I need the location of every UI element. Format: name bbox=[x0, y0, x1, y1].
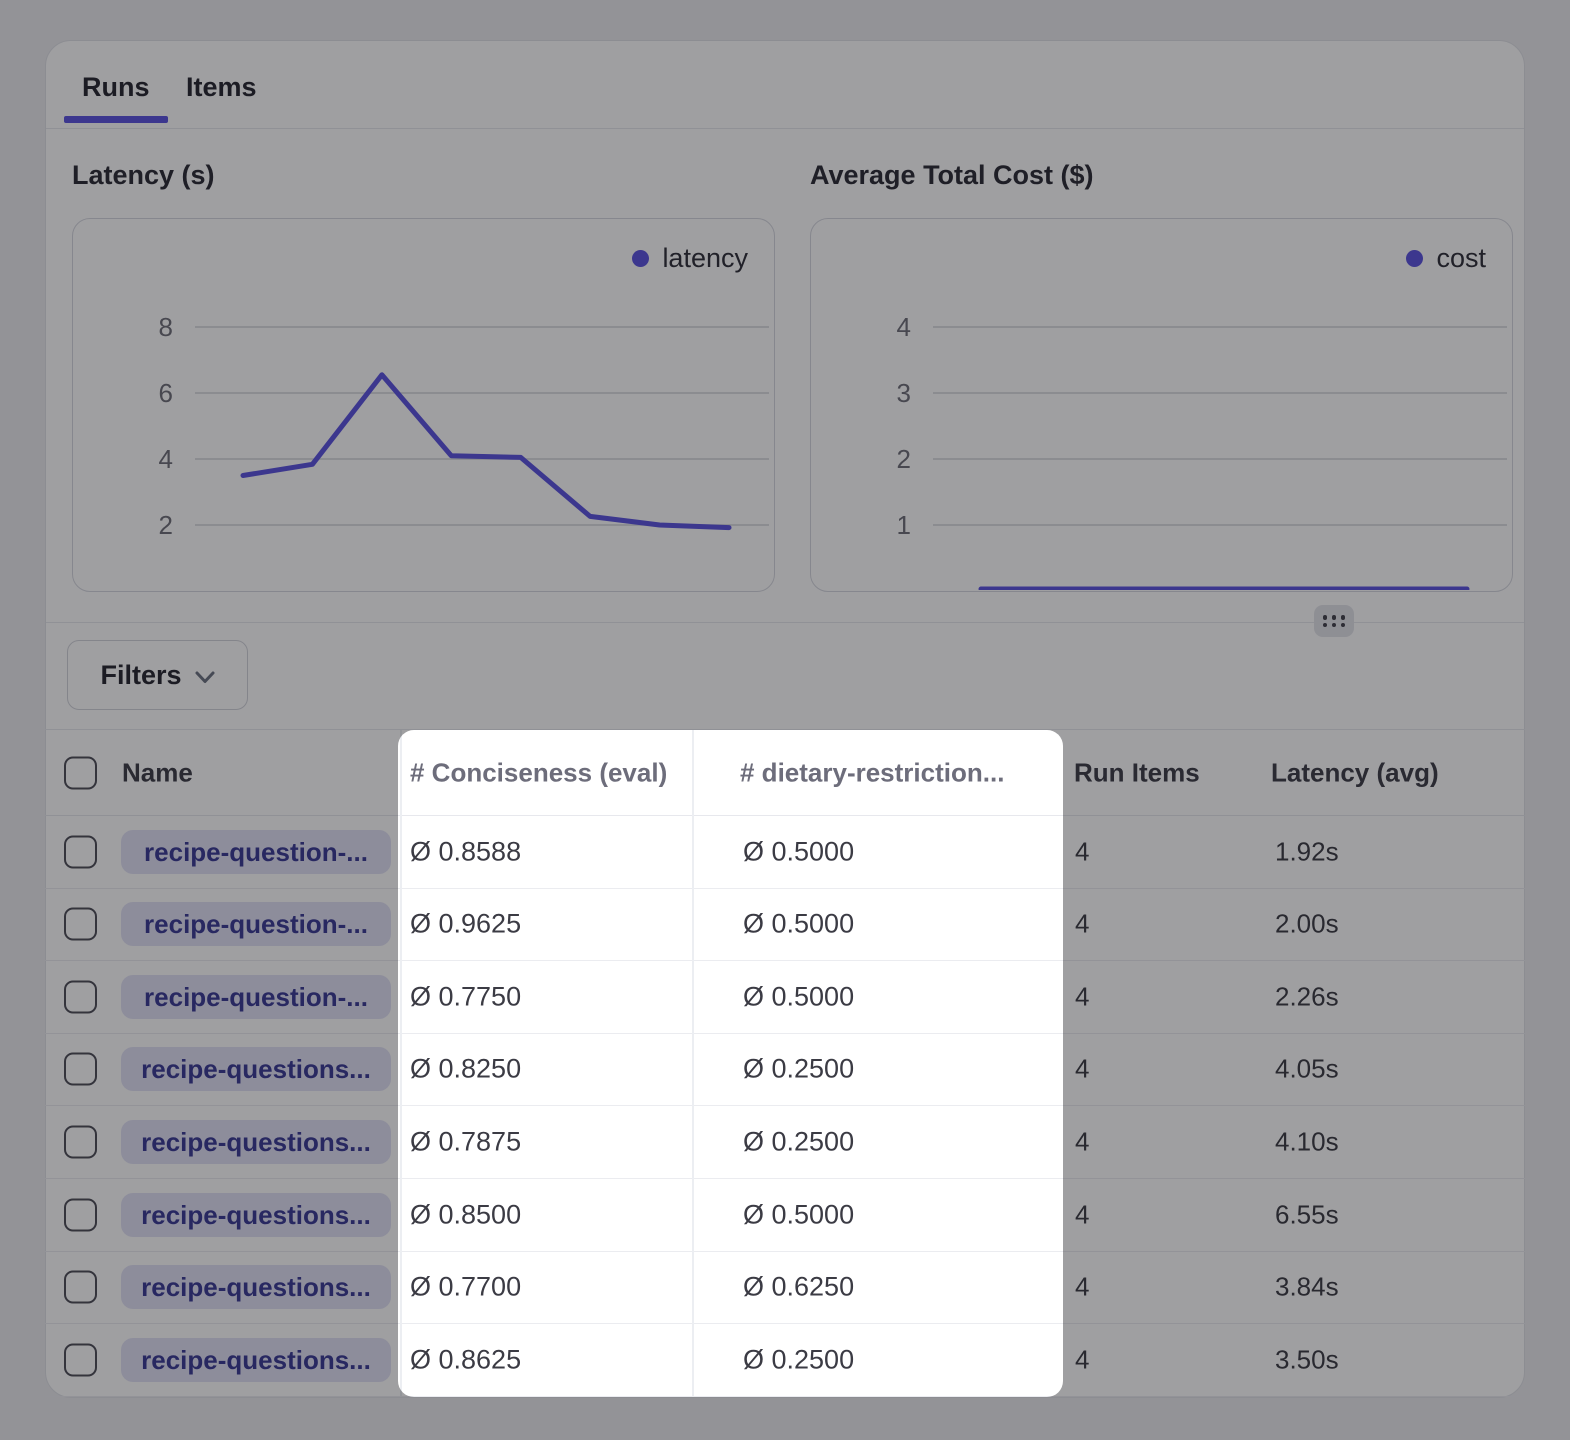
run-name-badge[interactable]: recipe-questions... bbox=[121, 1120, 391, 1164]
legend-label: latency bbox=[662, 243, 748, 274]
latency-chart: 8 6 4 2 latency bbox=[72, 218, 775, 592]
latency-avg-cell: 3.50s bbox=[1275, 1345, 1339, 1376]
run-items-cell: 4 bbox=[1075, 1272, 1089, 1303]
drag-handle[interactable] bbox=[1314, 605, 1354, 637]
latency-avg-cell: 4.10s bbox=[1275, 1127, 1339, 1158]
column-separator bbox=[400, 730, 402, 1396]
row-checkbox[interactable] bbox=[64, 836, 97, 869]
row-checkbox[interactable] bbox=[64, 908, 97, 941]
latency-avg-cell: 3.84s bbox=[1275, 1272, 1339, 1303]
grip-dots-icon bbox=[1323, 615, 1346, 627]
svg-text:2: 2 bbox=[897, 444, 911, 474]
row-checkbox[interactable] bbox=[64, 1126, 97, 1159]
run-items-cell: 4 bbox=[1075, 1054, 1089, 1085]
conciseness-score-cell: Ø 0.7700 bbox=[410, 1272, 521, 1303]
svg-text:6: 6 bbox=[159, 378, 173, 408]
table-row[interactable]: recipe-questions... Ø 0.8625 Ø 0.2500 4 … bbox=[45, 1324, 1525, 1397]
latency-chart-title: Latency (s) bbox=[72, 160, 215, 191]
run-name-badge[interactable]: recipe-questions... bbox=[121, 1047, 391, 1091]
legend-dot-icon bbox=[1406, 250, 1423, 267]
conciseness-score-cell: Ø 0.8588 bbox=[410, 837, 521, 868]
row-checkbox[interactable] bbox=[64, 1199, 97, 1232]
run-items-cell: 4 bbox=[1075, 1200, 1089, 1231]
column-separator bbox=[692, 730, 694, 1396]
latency-avg-cell: 2.26s bbox=[1275, 982, 1339, 1013]
svg-text:8: 8 bbox=[159, 312, 173, 342]
column-header-run-items[interactable]: Run Items bbox=[1074, 757, 1200, 788]
table-row[interactable]: recipe-question-... Ø 0.8588 Ø 0.5000 4 … bbox=[45, 816, 1525, 889]
table-row[interactable]: recipe-questions... Ø 0.7875 Ø 0.2500 4 … bbox=[45, 1106, 1525, 1179]
table-row[interactable]: recipe-questions... Ø 0.7700 Ø 0.6250 4 … bbox=[45, 1251, 1525, 1324]
svg-text:2: 2 bbox=[159, 510, 173, 540]
latency-legend: latency bbox=[632, 243, 748, 274]
run-items-cell: 4 bbox=[1075, 837, 1089, 868]
latency-avg-cell: 1.92s bbox=[1275, 837, 1339, 868]
tab-items[interactable]: Items bbox=[186, 72, 257, 103]
legend-dot-icon bbox=[632, 250, 649, 267]
active-tab-underline bbox=[64, 116, 168, 123]
run-name-badge[interactable]: recipe-questions... bbox=[121, 1265, 391, 1309]
latency-avg-cell: 4.05s bbox=[1275, 1054, 1339, 1085]
dietary-restriction-score-cell: Ø 0.2500 bbox=[743, 1054, 854, 1085]
dietary-restriction-score-cell: Ø 0.2500 bbox=[743, 1345, 854, 1376]
conciseness-score-cell: Ø 0.8250 bbox=[410, 1054, 521, 1085]
conciseness-score-cell: Ø 0.8625 bbox=[410, 1345, 521, 1376]
run-items-cell: 4 bbox=[1075, 1127, 1089, 1158]
tabs-divider bbox=[46, 128, 1524, 129]
column-header-conciseness[interactable]: # Conciseness (eval) bbox=[410, 757, 667, 788]
row-checkbox[interactable] bbox=[64, 1053, 97, 1086]
conciseness-score-cell: Ø 0.7875 bbox=[410, 1127, 521, 1158]
dietary-restriction-score-cell: Ø 0.5000 bbox=[743, 909, 854, 940]
conciseness-score-cell: Ø 0.7750 bbox=[410, 982, 521, 1013]
conciseness-score-cell: Ø 0.9625 bbox=[410, 909, 521, 940]
run-name-badge[interactable]: recipe-questions... bbox=[121, 1338, 391, 1382]
svg-text:4: 4 bbox=[159, 444, 173, 474]
run-items-cell: 4 bbox=[1075, 909, 1089, 940]
table-row[interactable]: recipe-questions... Ø 0.8250 Ø 0.2500 4 … bbox=[45, 1033, 1525, 1106]
section-divider bbox=[46, 622, 1524, 623]
cost-chart: 4 3 2 1 cost bbox=[810, 218, 1513, 592]
table-row[interactable]: recipe-question-... Ø 0.9625 Ø 0.5000 4 … bbox=[45, 888, 1525, 961]
latency-avg-cell: 2.00s bbox=[1275, 909, 1339, 940]
runs-dashboard: Runs Items Latency (s) Average Total Cos… bbox=[0, 0, 1570, 1440]
table-row[interactable]: recipe-questions... Ø 0.8500 Ø 0.5000 4 … bbox=[45, 1179, 1525, 1252]
cost-chart-title: Average Total Cost ($) bbox=[810, 160, 1094, 191]
run-name-badge[interactable]: recipe-question-... bbox=[121, 975, 391, 1019]
row-checkbox[interactable] bbox=[64, 981, 97, 1014]
dietary-restriction-score-cell: Ø 0.6250 bbox=[743, 1272, 854, 1303]
column-header-latency-avg[interactable]: Latency (avg) bbox=[1271, 757, 1439, 788]
run-name-badge[interactable]: recipe-questions... bbox=[121, 1193, 391, 1237]
column-header-dietary-restriction[interactable]: # dietary-restriction... bbox=[740, 757, 1004, 788]
conciseness-score-cell: Ø 0.8500 bbox=[410, 1200, 521, 1231]
dietary-restriction-score-cell: Ø 0.5000 bbox=[743, 982, 854, 1013]
column-header-name[interactable]: Name bbox=[122, 757, 193, 788]
run-name-badge[interactable]: recipe-question-... bbox=[121, 830, 391, 874]
filters-button[interactable]: Filters bbox=[67, 640, 248, 710]
run-items-cell: 4 bbox=[1075, 982, 1089, 1013]
latency-avg-cell: 6.55s bbox=[1275, 1200, 1339, 1231]
legend-label: cost bbox=[1436, 243, 1486, 274]
select-all-checkbox[interactable] bbox=[64, 756, 97, 789]
row-checkbox[interactable] bbox=[64, 1271, 97, 1304]
cost-legend: cost bbox=[1406, 243, 1486, 274]
table-row[interactable]: recipe-question-... Ø 0.7750 Ø 0.5000 4 … bbox=[45, 961, 1525, 1034]
chevron-down-icon bbox=[195, 671, 215, 684]
dietary-restriction-score-cell: Ø 0.5000 bbox=[743, 1200, 854, 1231]
filters-button-label: Filters bbox=[100, 660, 181, 691]
dietary-restriction-score-cell: Ø 0.2500 bbox=[743, 1127, 854, 1158]
table-header-row: Name # Conciseness (eval) # dietary-rest… bbox=[45, 729, 1525, 816]
run-items-cell: 4 bbox=[1075, 1345, 1089, 1376]
latency-line-chart: 8 6 4 2 bbox=[73, 219, 773, 590]
row-checkbox[interactable] bbox=[64, 1344, 97, 1377]
tab-runs[interactable]: Runs bbox=[82, 72, 150, 103]
dietary-restriction-score-cell: Ø 0.5000 bbox=[743, 837, 854, 868]
run-name-badge[interactable]: recipe-question-... bbox=[121, 902, 391, 946]
svg-text:3: 3 bbox=[897, 378, 911, 408]
svg-text:4: 4 bbox=[897, 312, 911, 342]
cost-line-chart: 4 3 2 1 bbox=[811, 219, 1511, 590]
svg-text:1: 1 bbox=[897, 510, 911, 540]
